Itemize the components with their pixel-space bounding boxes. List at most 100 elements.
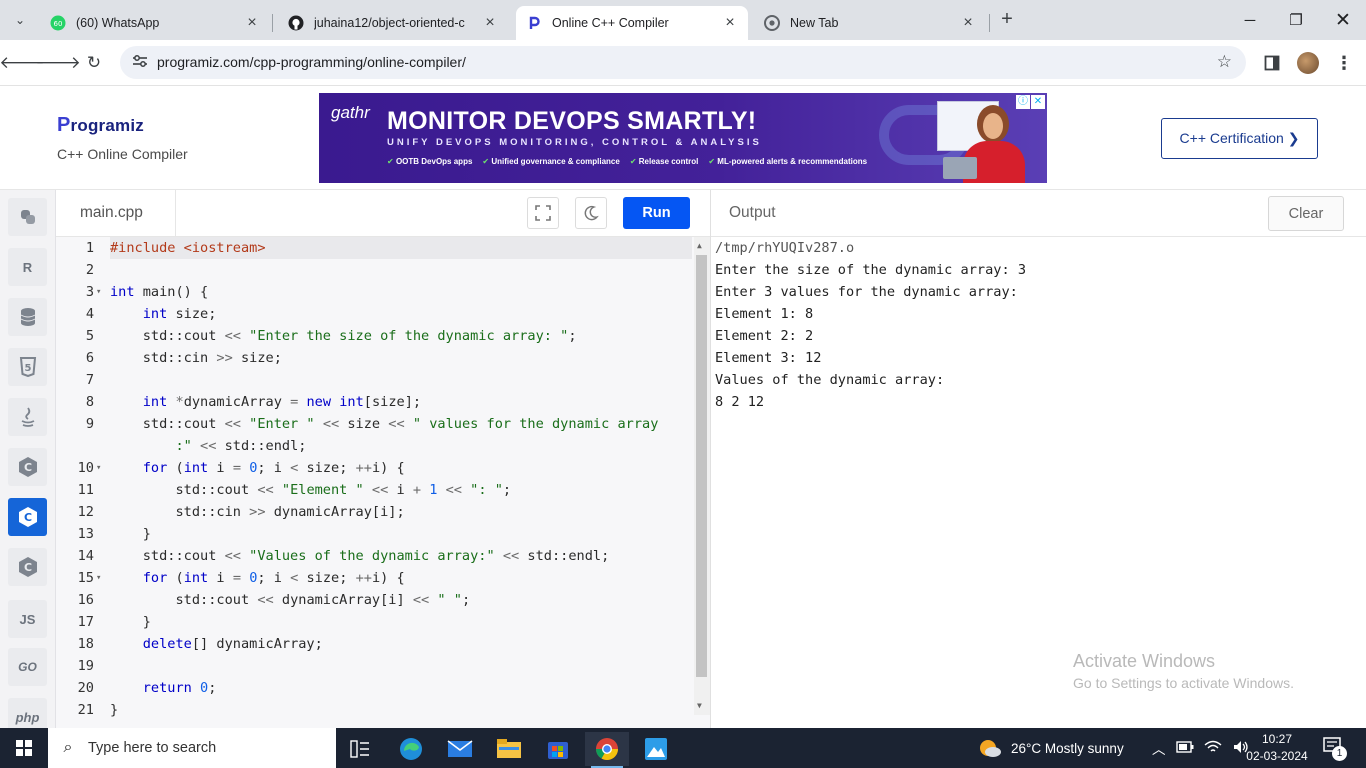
csharp-icon[interactable]: C [8, 548, 47, 586]
code-line[interactable]: 19 [78, 655, 692, 677]
code-line[interactable]: 15 ▾ for (int i = 0; i < size; ++i) { [78, 567, 692, 589]
code-line[interactable]: 18 delete[] dynamicArray; [78, 633, 692, 655]
fold-toggle-icon[interactable]: ▾ [96, 281, 101, 303]
code-line[interactable]: 8 int *dynamicArray = new int[size]; [86, 391, 692, 413]
show-hidden-icons-chevron-icon[interactable]: ︿ [1152, 738, 1166, 758]
site-settings-icon[interactable] [132, 54, 150, 71]
tab-github[interactable]: juhaina12/object-oriented-c × [278, 6, 508, 40]
code-lines[interactable]: 1 #include <iostream> 2 3 ▾ int main() {4 int… [78, 237, 692, 721]
scrollbar-thumb[interactable] [696, 255, 707, 677]
file-tab-main-cpp[interactable]: main.cpp [56, 190, 176, 236]
code-line[interactable]: 5 std::cout << "Enter the size of the dy… [86, 325, 692, 347]
notification-center-icon[interactable]: 1 [1320, 736, 1347, 761]
code-line[interactable]: 4 int size; [86, 303, 692, 325]
run-button[interactable]: Run [623, 197, 690, 229]
scroll-up-icon[interactable]: ▲ [697, 241, 702, 250]
restore-button[interactable]: ❐ [1273, 0, 1319, 40]
code-text: std::cout << "Enter the size of the dyna… [110, 328, 577, 344]
code-line[interactable]: 11 std::cout << "Element " << i + 1 << "… [78, 479, 692, 501]
code-line[interactable]: 20 return 0; [78, 677, 692, 699]
start-button[interactable] [0, 728, 48, 768]
code-line[interactable]: 10 ▾ for (int i = 0; i < size; ++i) { [78, 457, 692, 479]
forward-button[interactable]: 🡒 [35, 49, 81, 77]
output-line: Enter 3 values for the dynamic array: [715, 284, 1018, 300]
microsoft-store-icon[interactable] [536, 732, 580, 766]
edge-icon[interactable] [389, 732, 433, 766]
file-explorer-icon[interactable] [487, 732, 531, 766]
close-icon[interactable]: × [960, 14, 976, 32]
code-line[interactable]: 13 } [78, 523, 692, 545]
back-button[interactable]: 🡐 [0, 49, 45, 77]
output-line: Element 2: 2 [715, 328, 814, 344]
programiz-logo[interactable]: Programiz [57, 114, 144, 137]
fullscreen-icon[interactable] [527, 197, 559, 229]
ad-close-icon[interactable]: ✕ [1031, 95, 1045, 109]
code-text: std::cin >> size; [110, 350, 282, 366]
system-clock[interactable]: 10:27 02-03-2024 [1241, 731, 1313, 765]
go-icon[interactable]: GO [8, 648, 47, 686]
photos-app-icon[interactable] [634, 732, 678, 766]
ad-info-icon[interactable]: ⓘ [1016, 95, 1030, 109]
code-text: } [110, 526, 151, 542]
java-icon[interactable] [8, 398, 47, 436]
code-line[interactable]: 14 std::cout << "Values of the dynamic a… [78, 545, 692, 567]
tab-new-tab[interactable]: New Tab × [754, 6, 986, 40]
profile-avatar[interactable] [1294, 49, 1322, 77]
dark-mode-moon-icon[interactable] [575, 197, 607, 229]
new-tab-button[interactable]: + [996, 8, 1018, 30]
code-line[interactable]: 21} [78, 699, 692, 721]
taskbar-search[interactable]: ⌕ Type here to search [48, 728, 336, 768]
battery-icon[interactable] [1175, 740, 1194, 756]
close-icon[interactable]: × [722, 14, 738, 32]
code-line[interactable]: 9 std::cout << "Enter " << size << " val… [86, 413, 692, 435]
code-line[interactable]: 2 [86, 259, 692, 281]
html5-icon[interactable]: 5 [8, 348, 47, 386]
mail-icon[interactable] [438, 732, 482, 766]
code-line[interactable]: 1 #include <iostream> [86, 237, 692, 259]
bookmark-star-icon[interactable]: ☆ [1217, 52, 1232, 72]
python-icon[interactable] [8, 198, 47, 236]
line-number: 14 [77, 548, 94, 564]
ad-choices[interactable]: ⓘ ✕ [1016, 95, 1045, 109]
code-text: for (int i = 0; i < size; ++i) { [142, 460, 405, 476]
task-view-icon[interactable] [338, 732, 382, 766]
side-panel-icon[interactable] [1258, 49, 1286, 77]
scroll-down-icon[interactable]: ▼ [697, 701, 702, 710]
c-icon[interactable]: C [8, 448, 47, 486]
advertisement-banner[interactable]: gathr MONITOR DEVOPS SMARTLY! UNIFY DEVO… [319, 93, 1047, 183]
tab-online-cpp-compiler[interactable]: Online C++ Compiler × [516, 6, 748, 40]
tab-whatsapp[interactable]: 60 (60) WhatsApp × [40, 6, 270, 40]
menu-kebab-icon[interactable]: ⋮ [1330, 49, 1358, 77]
line-number: 10 [77, 460, 94, 476]
clear-button[interactable]: Clear [1268, 196, 1344, 231]
fold-toggle-icon[interactable]: ▾ [96, 567, 101, 589]
output-line: Values of the dynamic array: [715, 372, 945, 388]
code-line[interactable]: 7 [86, 369, 692, 391]
cpp-certification-button[interactable]: C++ Certification ❯ [1161, 118, 1318, 159]
weather-widget[interactable]: 26°C Mostly sunny [978, 728, 1124, 768]
code-editor[interactable]: 1 #include <iostream> 2 3 ▾ int main() {4 int… [56, 237, 710, 728]
reload-button[interactable]: ↻ [80, 49, 108, 77]
code-line[interactable]: 3 ▾ int main() { [86, 281, 692, 303]
fold-toggle-icon[interactable]: ▾ [96, 457, 101, 479]
code-line[interactable]: 12 std::cin >> dynamicArray[i]; [78, 501, 692, 523]
database-icon[interactable] [8, 298, 47, 336]
code-line[interactable]: :" << std::endl; [110, 435, 692, 457]
code-line[interactable]: 16 std::cout << dynamicArray[i] << " "; [78, 589, 692, 611]
address-bar[interactable]: programiz.com/cpp-programming/online-com… [120, 46, 1246, 79]
close-icon[interactable]: × [244, 14, 260, 32]
code-line[interactable]: 6 std::cin >> size; [86, 347, 692, 369]
r-icon[interactable]: R [8, 248, 47, 286]
javascript-icon[interactable]: JS [8, 600, 47, 638]
close-window-button[interactable]: ✕ [1320, 0, 1366, 40]
editor-scrollbar[interactable]: ▲ ▼ [694, 237, 710, 715]
minimize-button[interactable]: ─ [1227, 0, 1273, 40]
code-text: delete[] dynamicArray; [142, 636, 323, 652]
tab-search-button[interactable]: ⌄ [8, 8, 32, 32]
code-line[interactable]: 17 } [78, 611, 692, 633]
chrome-taskbar-icon[interactable] [585, 732, 629, 768]
code-text: std::cout << dynamicArray[i] << " "; [110, 592, 471, 608]
wifi-icon[interactable] [1204, 740, 1222, 757]
close-icon[interactable]: × [482, 14, 498, 32]
cpp-icon[interactable]: C [8, 498, 47, 536]
